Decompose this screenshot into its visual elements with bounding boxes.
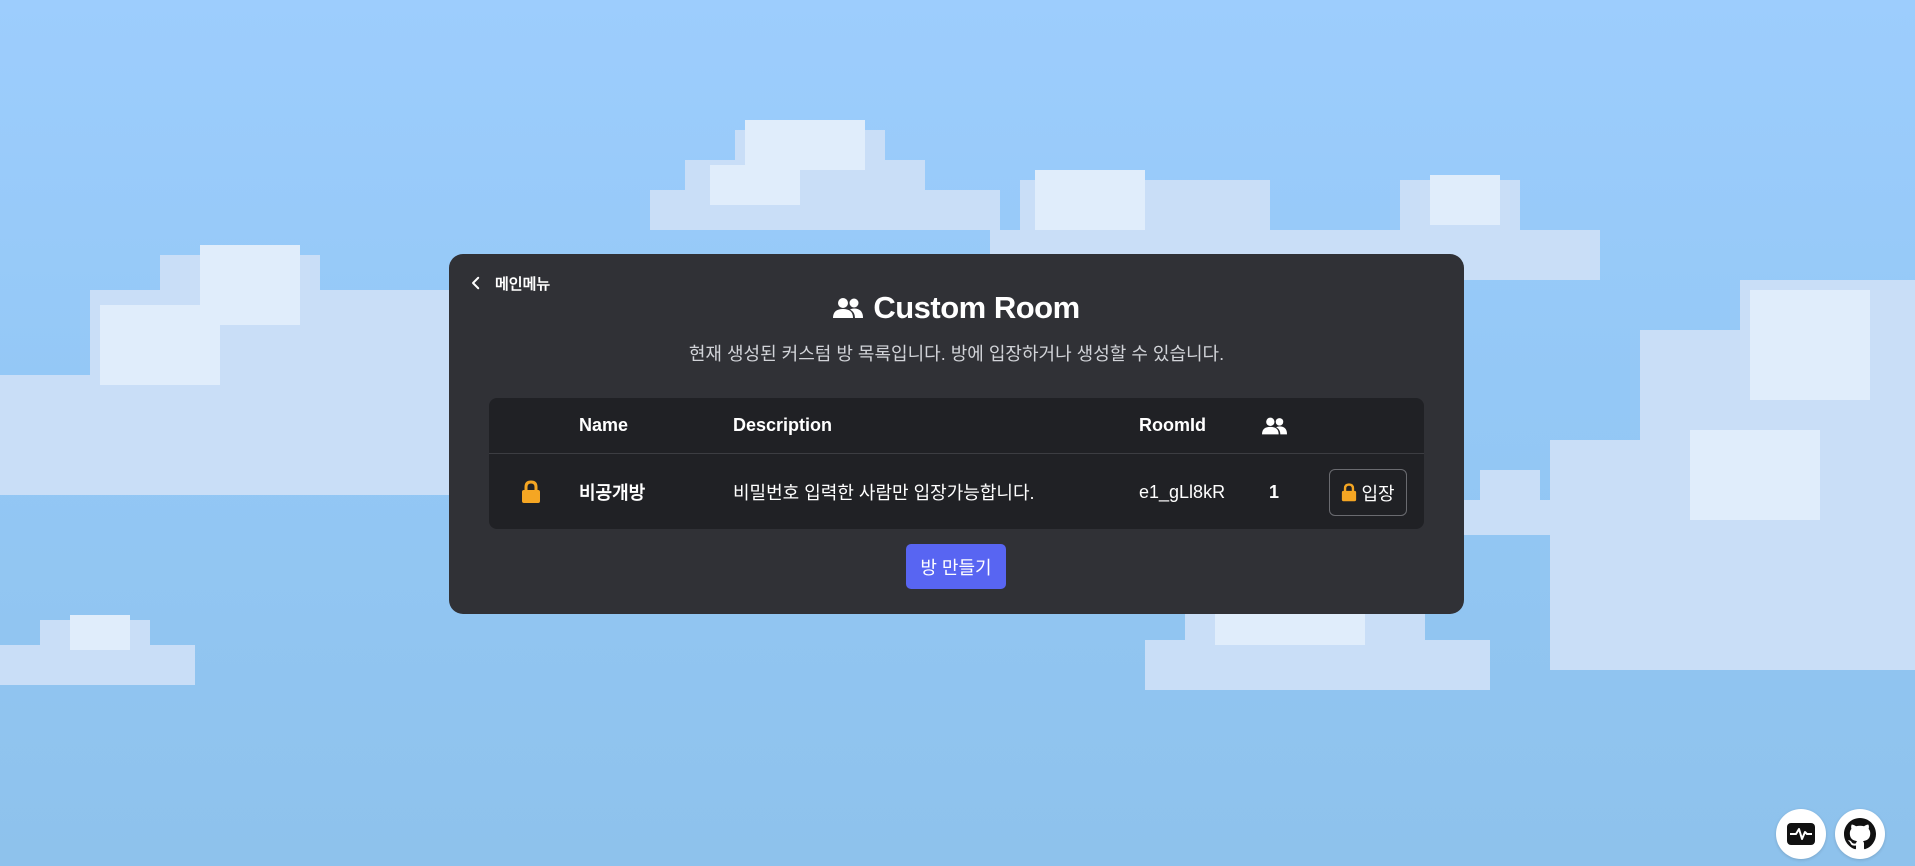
cloud-decoration — [0, 615, 195, 685]
cloud-decoration — [1460, 470, 1560, 535]
room-description: 비밀번호 입력한 사람만 입장가능합니다. — [733, 483, 1035, 503]
activity-button[interactable] — [1776, 809, 1826, 859]
enter-label: 입장 — [1361, 483, 1395, 504]
column-description-header: Description — [733, 415, 833, 435]
table-row: 비공개방 비밀번호 입력한 사람만 입장가능합니다. e1_gLl8kR 1 입… — [489, 455, 1424, 529]
page-title: Custom Room — [449, 290, 1464, 326]
cloud-decoration — [650, 120, 1000, 230]
room-table: Name Description RoomId 비공개방 비밀번호 입력한 사람… — [489, 398, 1424, 529]
users-icon — [833, 298, 864, 318]
create-room-button[interactable]: 방 만들기 — [906, 544, 1006, 589]
cloud-decoration — [0, 245, 460, 495]
player-count: 1 — [1268, 481, 1279, 502]
table-header: Name Description RoomId — [489, 398, 1424, 454]
column-roomid-header: RoomId — [1139, 415, 1206, 435]
column-players-header — [1259, 398, 1289, 453]
room-name: 비공개방 — [579, 483, 646, 503]
users-icon — [1261, 417, 1287, 434]
title-text: Custom Room — [873, 290, 1080, 325]
cloud-decoration — [1550, 280, 1915, 670]
room-id: e1_gLl8kR — [1139, 481, 1226, 502]
activity-icon — [1787, 823, 1815, 845]
github-button[interactable] — [1835, 809, 1885, 859]
page-subtitle: 현재 생성된 커스텀 방 목록입니다. 방에 입장하거나 생성할 수 있습니다. — [688, 344, 1225, 364]
column-name-header: Name — [579, 415, 629, 435]
github-icon — [1844, 818, 1876, 850]
custom-room-panel: 메인메뉴 Custom Room 현재 생성된 커스텀 방 목록입니다. 방에 … — [449, 254, 1464, 614]
enter-room-button[interactable]: 입장 — [1329, 469, 1407, 516]
lock-icon — [517, 455, 545, 529]
lock-icon — [1342, 483, 1357, 502]
